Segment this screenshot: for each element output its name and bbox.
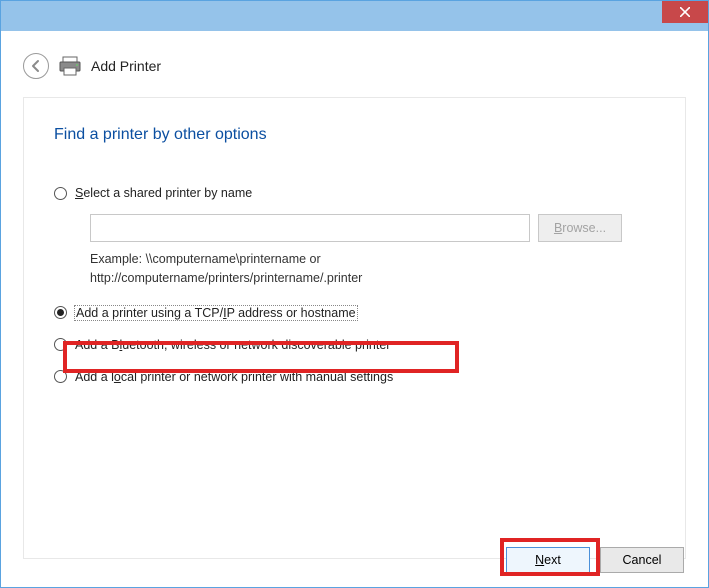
browse-button: Browse... [538, 214, 622, 242]
wizard-content: Find a printer by other options Select a… [23, 97, 686, 559]
wizard-header: Add Printer [1, 31, 708, 89]
radio-icon [54, 306, 67, 319]
option-tcpip-printer[interactable]: Add a printer using a TCP/IP address or … [54, 306, 655, 320]
option-label: Select a shared printer by name [75, 186, 252, 200]
radio-icon [54, 338, 67, 351]
wizard-heading: Find a printer by other options [54, 126, 655, 144]
radio-icon [54, 370, 67, 383]
close-button[interactable] [662, 1, 708, 23]
printer-icon [59, 56, 81, 76]
wizard-button-row: Next Cancel [506, 547, 684, 573]
close-icon [680, 7, 690, 17]
option-shared-printer[interactable]: Select a shared printer by name [54, 186, 655, 200]
cancel-button[interactable]: Cancel [600, 547, 684, 573]
shared-printer-name-input[interactable] [90, 214, 530, 242]
back-button[interactable] [23, 53, 49, 79]
header-title: Add Printer [91, 58, 161, 74]
back-arrow-icon [29, 59, 43, 73]
radio-icon [54, 187, 67, 200]
option-bluetooth-printer[interactable]: Add a Bluetooth, wireless or network dis… [54, 338, 655, 352]
add-printer-window: Add Printer Find a printer by other opti… [0, 0, 709, 588]
title-bar [1, 1, 708, 31]
next-button[interactable]: Next [506, 547, 590, 573]
option-label: Add a local printer or network printer w… [75, 370, 393, 384]
shared-printer-example: Example: \\computername\printername or h… [90, 250, 520, 288]
option-label: Add a Bluetooth, wireless or network dis… [75, 338, 390, 352]
shared-printer-input-row: Browse... [90, 214, 655, 242]
option-label: Add a printer using a TCP/IP address or … [75, 306, 357, 320]
option-local-printer[interactable]: Add a local printer or network printer w… [54, 370, 655, 384]
